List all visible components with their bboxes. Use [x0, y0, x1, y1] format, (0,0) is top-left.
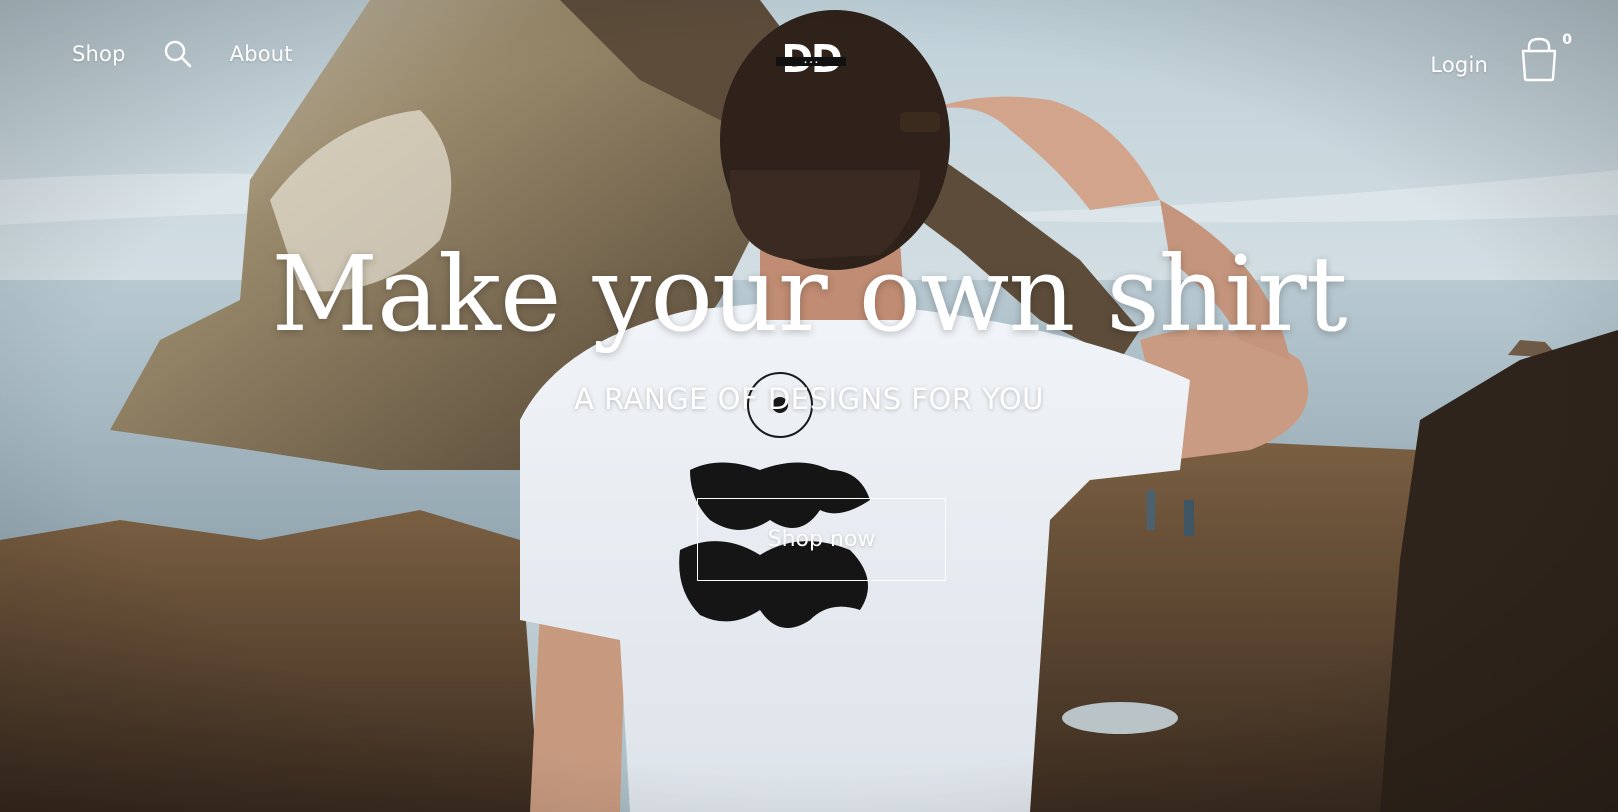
hero-subheadline: A RANGE OF DESIGNS FOR YOU	[574, 382, 1044, 416]
shopping-bag-icon	[1521, 37, 1557, 82]
nav-shop-link[interactable]: Shop	[72, 42, 126, 66]
shop-now-button[interactable]: Shop now	[697, 498, 946, 581]
hero-headline: Make your own shirt	[271, 233, 1347, 355]
cart-count-badge: 0	[1562, 32, 1572, 48]
primary-nav: Shop About	[72, 38, 293, 70]
brand-logo-icon[interactable]: DD • • •	[776, 37, 846, 82]
svg-text:• • •: • • •	[804, 60, 818, 67]
login-link[interactable]: Login	[1430, 53, 1488, 77]
nav-about-link[interactable]: About	[230, 42, 293, 66]
cart-button[interactable]: 0	[1518, 32, 1572, 82]
account-nav: Login 0	[1430, 32, 1572, 82]
hero-section: Shop About DD • • • Login 0 Make your ow…	[0, 0, 1618, 812]
search-icon[interactable]	[162, 38, 194, 70]
